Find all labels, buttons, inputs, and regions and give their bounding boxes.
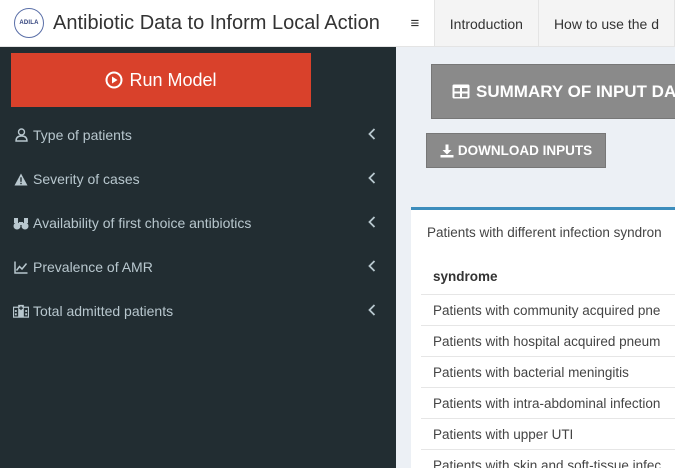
- chevron-left-icon: [368, 128, 376, 140]
- sidebar-item-label: Availability of first choice antibiotics: [33, 215, 252, 231]
- summary-of-inputs-button[interactable]: SUMMARY OF INPUT DAT: [431, 64, 675, 119]
- tab-introduction[interactable]: Introduction: [434, 0, 539, 46]
- sidebar-item-severity[interactable]: Severity of cases: [0, 157, 396, 201]
- hospital-icon: [13, 304, 29, 318]
- download-inputs-button[interactable]: DOWNLOAD INPUTS: [426, 133, 606, 168]
- table-row: Patients with skin and soft-tissue infec: [421, 449, 675, 468]
- sidebar-item-label: Total admitted patients: [33, 303, 174, 319]
- table-icon: [452, 84, 470, 99]
- table-row: Patients with community acquired pne: [421, 294, 675, 325]
- column-header-syndrome: syndrome: [433, 269, 498, 284]
- main-content: SUMMARY OF INPUT DAT DOWNLOAD INPUTS Pat…: [396, 47, 675, 468]
- summary-button-label: SUMMARY OF INPUT DAT: [476, 81, 675, 101]
- table-row: Patients with bacterial meningitis: [421, 356, 675, 387]
- inputs-table-box: Patients with different infection syndro…: [411, 207, 675, 468]
- sidebar-item-total-admitted[interactable]: Total admitted patients: [0, 289, 396, 333]
- table-row: Patients with upper UTI: [421, 418, 675, 449]
- sidebar-item-prevalence-amr[interactable]: Prevalence of AMR: [0, 245, 396, 289]
- download-button-label: DOWNLOAD INPUTS: [457, 143, 593, 158]
- sidebar-item-label: Severity of cases: [33, 171, 140, 187]
- adila-logo: ADILA: [14, 8, 44, 38]
- app-title: Antibiotic Data to Inform Local Action: [53, 11, 380, 34]
- line-chart-icon: [13, 261, 29, 274]
- tab-how-to-use[interactable]: How to use the d: [538, 0, 675, 46]
- top-navbar: ≡ Introduction How to use the d: [396, 0, 675, 47]
- run-model-label: Run Model: [129, 69, 217, 90]
- play-circle-icon: [105, 71, 123, 89]
- top-header: ADILA Antibiotic Data to Inform Local Ac…: [0, 0, 675, 47]
- chevron-left-icon: [368, 260, 376, 272]
- binoculars-icon: [13, 217, 29, 230]
- user-icon: [13, 128, 29, 142]
- sidebar-item-availability[interactable]: Availability of first choice antibiotics: [0, 201, 396, 245]
- sidebar-toggle-button[interactable]: ≡: [396, 0, 435, 46]
- hamburger-icon: ≡: [410, 15, 420, 32]
- sidebar-item-label: Type of patients: [33, 127, 132, 143]
- sidebar-item-type-of-patients[interactable]: Type of patients: [0, 113, 396, 157]
- table-row: Patients with hospital acquired pneum: [421, 325, 675, 356]
- logo-text: ADILA: [19, 20, 39, 26]
- table-row: Patients with intra-abdominal infection: [421, 387, 675, 418]
- sidebar: Run Model Type of patients Severity of c…: [0, 47, 396, 468]
- brand-bar: ADILA Antibiotic Data to Inform Local Ac…: [0, 0, 396, 47]
- chevron-left-icon: [368, 304, 376, 316]
- sidebar-item-label: Prevalence of AMR: [33, 259, 153, 275]
- warning-icon: [13, 173, 29, 186]
- download-icon: [440, 144, 454, 157]
- run-model-button[interactable]: Run Model: [11, 53, 311, 107]
- chevron-left-icon: [368, 216, 376, 228]
- table-caption: Patients with different infection syndro…: [427, 225, 662, 240]
- chevron-left-icon: [368, 172, 376, 184]
